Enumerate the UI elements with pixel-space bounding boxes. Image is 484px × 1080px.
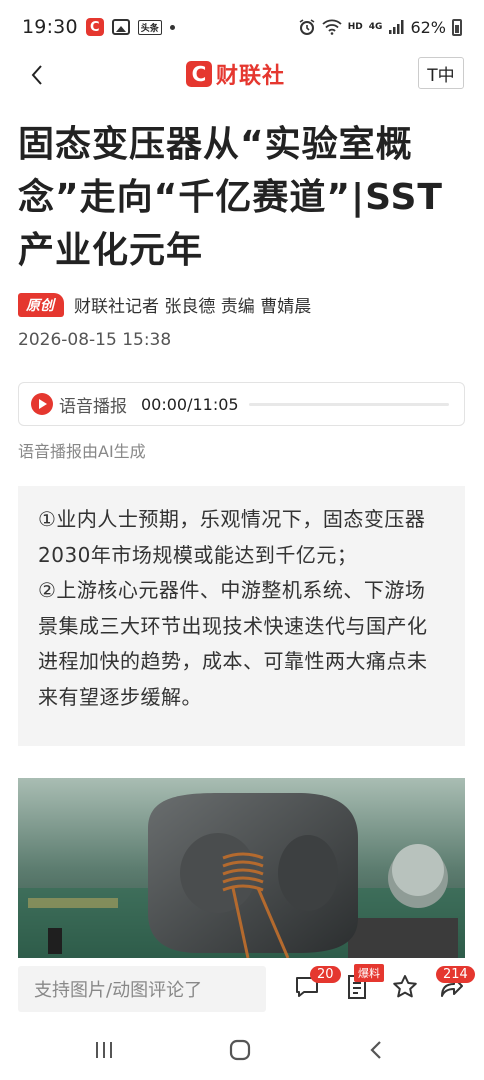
system-back-button[interactable] — [356, 1034, 396, 1066]
audio-label: 语音播报 — [59, 396, 127, 417]
play-icon[interactable] — [31, 393, 53, 415]
comment-bar: 支持图片/动图评论了 20 爆料 214 — [0, 958, 484, 1020]
battery-icon — [452, 18, 462, 36]
favorite-button[interactable] — [390, 972, 420, 1002]
recent-apps-icon — [96, 1042, 112, 1058]
toutiao-notification-icon: 头条 — [137, 19, 162, 35]
chevron-left-icon — [31, 65, 42, 85]
cls-logo: C 财联社 — [186, 58, 285, 90]
app-header: C 财联社 T中 — [0, 54, 484, 98]
back-button[interactable] — [22, 60, 52, 90]
audio-time: 00:00/11:05 — [141, 394, 239, 414]
audio-progress-track[interactable] — [248, 402, 449, 406]
summary-point-1: ①业内人士预期，乐观情况下，固态变压器2030年市场规模或能达到千亿元； — [38, 507, 426, 567]
wifi-icon — [322, 19, 342, 35]
signal-icon — [389, 20, 404, 34]
publish-date: 2026-08-15 15:38 — [18, 330, 172, 350]
home-button[interactable] — [220, 1034, 260, 1066]
audio-player[interactable]: 语音播报 00:00/11:05 — [18, 382, 465, 426]
more-notifications-icon — [169, 24, 175, 30]
app-notification-icon: C — [85, 18, 104, 36]
logo-mark: C — [186, 61, 212, 87]
star-icon — [393, 975, 417, 998]
article-title: 固态变压器从“实验室概念”走向“千亿赛道”|SST产业化元年 — [18, 124, 443, 271]
system-nav-bar — [0, 1020, 484, 1080]
status-time: 19:30 — [22, 16, 78, 38]
report-label: 爆料 — [354, 964, 384, 982]
comment-input[interactable]: 支持图片/动图评论了 — [18, 966, 266, 1012]
ai-note: 语音播报由AI生成 — [18, 442, 146, 461]
summary-box: ①业内人士预期，乐观情况下，固态变压器2030年市场规模或能达到千亿元； ②上游… — [18, 486, 465, 746]
hd-indicator: HD — [347, 22, 363, 32]
byline: 原创 财联社记者 张良德 责编 曹婧晨 — [18, 292, 311, 317]
battery-percent: 62% — [410, 17, 446, 37]
network-type: 4G — [368, 22, 383, 32]
author-line: 财联社记者 张良德 责编 曹婧晨 — [74, 297, 312, 317]
alarm-icon — [299, 19, 315, 35]
font-size-button[interactable]: T中 — [418, 57, 464, 89]
share-count-badge: 214 — [436, 966, 475, 983]
gallery-notification-icon — [111, 19, 130, 35]
inductor-photo — [18, 778, 465, 958]
status-bar: 19:30 C 头条 HD 4G 62% — [0, 0, 484, 54]
home-icon — [229, 1039, 251, 1061]
article-image[interactable] — [18, 778, 465, 958]
logo-text: 财联社 — [216, 64, 286, 89]
recent-apps-button[interactable] — [84, 1034, 124, 1066]
comment-count-badge: 20 — [310, 966, 341, 983]
summary-point-2: ②上游核心元器件、中游整机系统、下游场景集成三大环节出现技术快速迭代与国产化进程… — [38, 578, 428, 709]
back-arrow-icon — [370, 1041, 381, 1059]
original-tag: 原创 — [18, 292, 64, 317]
